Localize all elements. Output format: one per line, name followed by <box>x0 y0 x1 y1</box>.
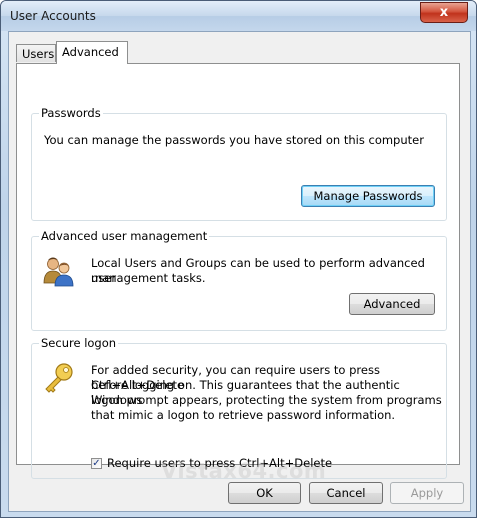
passwords-group: Passwords You can manage the passwords y… <box>31 106 447 221</box>
manage-passwords-button[interactable]: Manage Passwords <box>301 185 435 207</box>
tab-advanced[interactable]: Advanced <box>56 41 128 64</box>
passwords-group-title: Passwords <box>39 106 103 120</box>
passwords-description: You can manage the passwords you have st… <box>44 133 424 147</box>
close-button[interactable]: x <box>420 2 468 23</box>
secure-logon-title: Secure logon <box>39 336 119 350</box>
ctrl-alt-delete-checkbox[interactable]: ✓ <box>91 458 102 469</box>
dialog-client-area: Users Advanced Passwords You can manage … <box>8 31 471 512</box>
advanced-user-management-title: Advanced user management <box>39 229 210 243</box>
advanced-description-line2: management tasks. <box>91 271 206 285</box>
cancel-button[interactable]: Cancel <box>309 482 383 504</box>
advanced-tab-panel: Passwords You can manage the passwords y… <box>16 63 460 479</box>
secure-logon-line4: that mimic a logon to retrieve password … <box>91 408 396 422</box>
secure-logon-line3: logon prompt appears, protecting the sys… <box>91 393 442 407</box>
title-bar[interactable]: User Accounts x <box>1 1 476 31</box>
user-accounts-window: User Accounts x Users Advanced Passwords… <box>0 0 477 518</box>
window-title: User Accounts <box>10 9 96 23</box>
users-icon <box>42 255 76 287</box>
key-icon <box>42 362 76 394</box>
ok-button[interactable]: OK <box>228 482 301 504</box>
close-icon: x <box>439 5 449 20</box>
apply-button[interactable]: Apply <box>390 482 464 504</box>
advanced-button[interactable]: Advanced <box>349 293 435 315</box>
watermark: Vistax64.com <box>161 459 327 483</box>
tab-users[interactable]: Users <box>16 44 56 62</box>
advanced-user-management-group: Advanced user management Local Users and… <box>31 229 447 331</box>
